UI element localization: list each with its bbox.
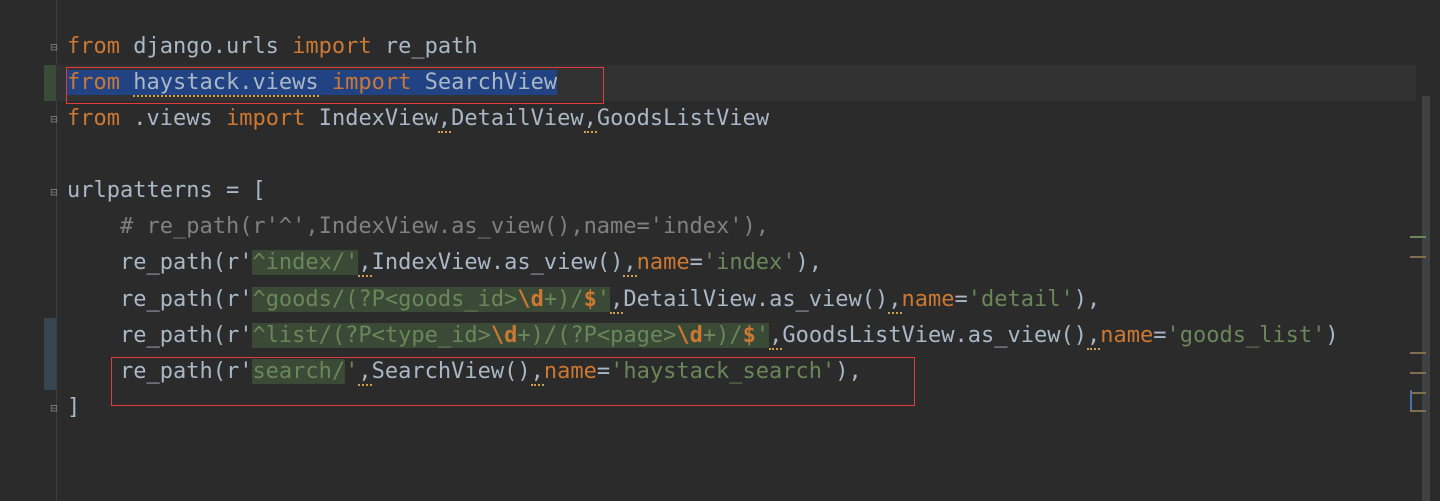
annotation-box xyxy=(111,357,915,406)
regex-escape: \d xyxy=(490,323,518,348)
punct: ] xyxy=(67,395,81,420)
comma: , xyxy=(769,323,783,350)
regex: ?P<goods_id> xyxy=(358,287,518,312)
comment: # re_path(r'^',IndexView.as_view(),name=… xyxy=(119,214,769,239)
quote: ' xyxy=(755,323,770,348)
scrollbar[interactable] xyxy=(1416,0,1440,501)
comma: , xyxy=(583,106,597,133)
code-line[interactable]: urlpatterns = [ xyxy=(67,173,266,209)
marker-stripe[interactable] xyxy=(1410,410,1426,412)
param-name: name xyxy=(636,250,690,275)
comma: , xyxy=(888,287,902,314)
call: re_path(r' xyxy=(119,323,253,348)
call: GoodsListView.as_view() xyxy=(782,323,1087,348)
marker-stripe[interactable] xyxy=(1410,352,1426,354)
regex: index/ xyxy=(265,250,346,275)
fold-icon[interactable]: ⊟ xyxy=(47,185,61,199)
module-name: django.urls xyxy=(133,34,279,59)
marker-stripe[interactable] xyxy=(1410,256,1426,258)
param-name: name xyxy=(901,287,955,312)
regex: list/ xyxy=(265,323,332,348)
regex: +)/ xyxy=(517,323,558,348)
operator: = xyxy=(689,250,703,275)
marker-stripe[interactable] xyxy=(1410,236,1426,238)
regex: ?P<page> xyxy=(570,323,677,348)
code-line[interactable]: # re_path(r'^',IndexView.as_view(),name=… xyxy=(67,209,769,245)
param-name: name xyxy=(1100,323,1154,348)
marker-stripe[interactable] xyxy=(1410,390,1412,410)
code-line[interactable]: from django.urls import re_path xyxy=(67,29,478,65)
regex: ( xyxy=(331,323,346,348)
regex: ( xyxy=(557,323,571,348)
operator: = xyxy=(1153,323,1167,348)
code-line[interactable]: ] xyxy=(67,390,80,426)
regex-escape: $ xyxy=(583,287,597,312)
scrollbar-thumb[interactable] xyxy=(1422,96,1430,501)
fold-icon[interactable]: ⊟ xyxy=(47,40,61,54)
module-name: .views xyxy=(133,106,213,131)
identifier: IndexView xyxy=(318,106,438,131)
identifier: re_path xyxy=(384,34,478,59)
operator: = xyxy=(954,287,968,312)
comma: , xyxy=(437,106,452,133)
regex: +)/ xyxy=(543,287,584,312)
regex: ^ xyxy=(252,250,266,275)
punct: ), xyxy=(795,250,823,275)
identifier: DetailView xyxy=(451,106,584,131)
code-line[interactable]: re_path(r'^goods/(?P<goods_id>\d+)/$',De… xyxy=(67,282,1100,318)
quote: ' xyxy=(345,250,359,275)
call: re_path(r' xyxy=(119,250,253,275)
call: DetailView.as_view() xyxy=(623,287,889,312)
code-line[interactable]: re_path(r'^list/(?P<type_id>\d+)/(?P<pag… xyxy=(67,318,1339,354)
regex-escape: \d xyxy=(517,287,544,312)
string: 'index' xyxy=(702,250,796,275)
regex: ( xyxy=(345,287,359,312)
statement: urlpatterns = [ xyxy=(67,178,266,203)
regex: ^ xyxy=(252,287,266,312)
keyword: from xyxy=(67,34,120,59)
marker-stripe[interactable] xyxy=(1410,372,1426,374)
keyword: import xyxy=(292,34,372,59)
regex: ?P<type_id> xyxy=(345,323,491,348)
keyword: import xyxy=(225,106,306,131)
comma: , xyxy=(358,250,372,277)
comma: , xyxy=(1086,323,1101,350)
punct: ) xyxy=(1325,323,1339,348)
vcs-change-marker[interactable] xyxy=(44,318,56,390)
identifier: GoodsListView xyxy=(596,106,770,131)
quote: ' xyxy=(596,287,611,312)
code-line[interactable]: re_path(r'^index/',IndexView.as_view(),n… xyxy=(67,245,822,281)
comma: , xyxy=(610,287,624,314)
string: 'detail' xyxy=(967,287,1074,312)
call: IndexView.as_view() xyxy=(371,250,624,275)
fold-icon[interactable]: ⊟ xyxy=(47,401,61,415)
punct: ), xyxy=(1073,287,1101,312)
string: 'goods_list' xyxy=(1166,323,1326,348)
regex: goods/ xyxy=(265,287,346,312)
regex-escape: $ xyxy=(742,323,756,348)
regex: ^ xyxy=(252,323,266,348)
call: re_path(r' xyxy=(119,287,253,312)
regex-escape: \d xyxy=(676,323,703,348)
comma: , xyxy=(623,250,637,277)
vcs-change-marker[interactable] xyxy=(44,65,56,101)
regex: +)/ xyxy=(702,323,743,348)
annotation-box xyxy=(66,67,604,104)
code-line[interactable]: from .views import IndexView,DetailView,… xyxy=(67,101,769,137)
keyword: from xyxy=(67,106,120,131)
fold-icon[interactable]: ⊟ xyxy=(47,112,61,126)
marker-stripe[interactable] xyxy=(1410,392,1426,394)
